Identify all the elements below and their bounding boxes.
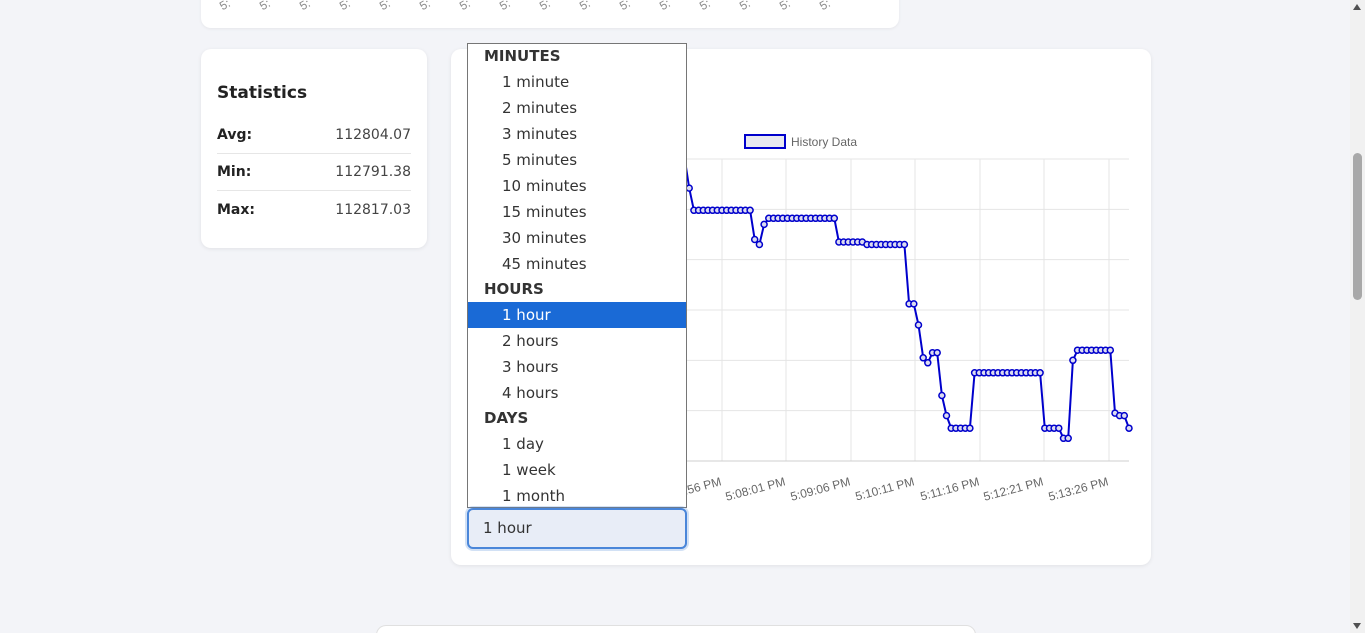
data-point (1125, 424, 1133, 432)
data-point (685, 184, 693, 192)
stat-value: 112817.03 (335, 201, 411, 218)
x-tick-label: 5:12:21 PM (982, 474, 1045, 503)
dropdown-option[interactable]: 3 minutes (468, 121, 686, 147)
previous-chart-card: 5: 5: 5: 5: 5: 5: 5: 5: 5: 5: 5: 5: 5: 5: 5: 5: (201, 0, 899, 28)
x-tick-label: 5:09:06 PM (789, 474, 852, 503)
x-tick-label: 5:13:26 PM (1047, 474, 1110, 503)
data-point (1055, 424, 1063, 432)
scrollbar-thumb[interactable] (1353, 153, 1362, 300)
tick-label: 5: (697, 0, 713, 14)
stat-label: Max: (217, 201, 256, 218)
tick-label: 5: (217, 0, 233, 14)
dropdown-option[interactable]: 1 minute (468, 69, 686, 95)
data-point (746, 206, 754, 215)
dropdown-option[interactable]: 1 day (468, 431, 686, 457)
tick-label: 5: (497, 0, 513, 14)
stat-label: Avg: (217, 127, 253, 143)
x-tick-label: 5:11:16 PM (919, 474, 981, 503)
data-point (1106, 346, 1115, 354)
page-scrollbar[interactable] (1350, 0, 1365, 633)
x-tick-label: 5:10:11 PM (854, 474, 916, 503)
data-point (924, 359, 932, 367)
dropdown-option[interactable]: 2 minutes (468, 95, 686, 121)
stat-value: 112804.07 (335, 127, 411, 143)
data-point (910, 300, 918, 308)
scroll-down-icon[interactable] (1353, 623, 1361, 629)
data-point (1064, 434, 1072, 443)
tick-label: 5: (457, 0, 473, 14)
scroll-up-icon[interactable] (1353, 4, 1361, 10)
data-point (1036, 369, 1044, 377)
data-point (933, 348, 941, 357)
data-point (900, 240, 909, 249)
interval-select[interactable]: 1 hour (467, 508, 687, 549)
data-point (830, 214, 839, 223)
dropdown-option[interactable]: 5 minutes (468, 147, 686, 173)
dropdown-option[interactable]: 2 hours (468, 328, 686, 354)
dropdown-option[interactable]: 3 hours (468, 354, 686, 380)
stat-row-avg: Avg: 112804.07 (217, 117, 411, 154)
data-point (760, 220, 768, 229)
data-point (1120, 411, 1129, 420)
dropdown-group-label: HOURS (484, 280, 544, 298)
tick-label: 5: (417, 0, 433, 14)
dropdown-option[interactable]: 10 minutes (468, 173, 686, 199)
previous-chart-tick-labels: 5: 5: 5: 5: 5: 5: 5: 5: 5: 5: 5: 5: 5: 5: 5: 5: (217, 0, 857, 15)
legend-label: History Data (791, 135, 857, 149)
tick-label: 5: (577, 0, 593, 14)
dropdown-option[interactable]: 4 hours (468, 380, 686, 406)
data-point (750, 235, 759, 244)
data-point (942, 411, 951, 420)
tick-label: 5: (377, 0, 393, 14)
statistics-card: Statistics Avg: 112804.07 Min: 112791.38… (201, 49, 427, 248)
statistics-title: Statistics (217, 83, 308, 103)
tick-label: 5: (617, 0, 633, 14)
stat-value: 112791.38 (335, 164, 411, 180)
next-card (376, 625, 976, 633)
dropdown-option[interactable]: 1 hour (468, 302, 686, 328)
tick-label: 5: (777, 0, 793, 14)
dropdown-group-label: MINUTES (484, 47, 561, 65)
dropdown-option[interactable]: 1 month (468, 483, 686, 507)
tick-label: 5: (337, 0, 353, 14)
legend-swatch (744, 134, 786, 149)
tick-label: 5: (257, 0, 273, 14)
tick-label: 5: (297, 0, 313, 14)
stat-row-max: Max: 112817.03 (217, 191, 411, 228)
dropdown-option[interactable]: 30 minutes (468, 225, 686, 251)
tick-label: 5: (817, 0, 833, 14)
dropdown-option[interactable]: 15 minutes (468, 199, 686, 225)
data-point (966, 424, 974, 432)
x-tick-label: 5:08:01 PM (724, 474, 787, 503)
dropdown-group-label: DAYS (484, 409, 529, 427)
interval-select-value: 1 hour (483, 519, 532, 537)
interval-dropdown-list[interactable]: MINUTES 1 minute 2 minutes 3 minutes 5 minut… (467, 43, 687, 508)
x-tick-label: :56 PM (682, 474, 722, 497)
data-point (755, 240, 764, 249)
tick-label: 5: (657, 0, 673, 14)
data-point (938, 391, 946, 400)
stat-row-min: Min: 112791.38 (217, 154, 411, 191)
tick-label: 5: (537, 0, 553, 14)
dropdown-option[interactable]: 1 week (468, 457, 686, 483)
data-point (919, 354, 927, 362)
data-point (914, 321, 923, 329)
tick-label: 5: (737, 0, 753, 14)
stat-label: Min: (217, 164, 252, 180)
data-point (1069, 356, 1077, 365)
dropdown-option[interactable]: 45 minutes (468, 251, 686, 277)
